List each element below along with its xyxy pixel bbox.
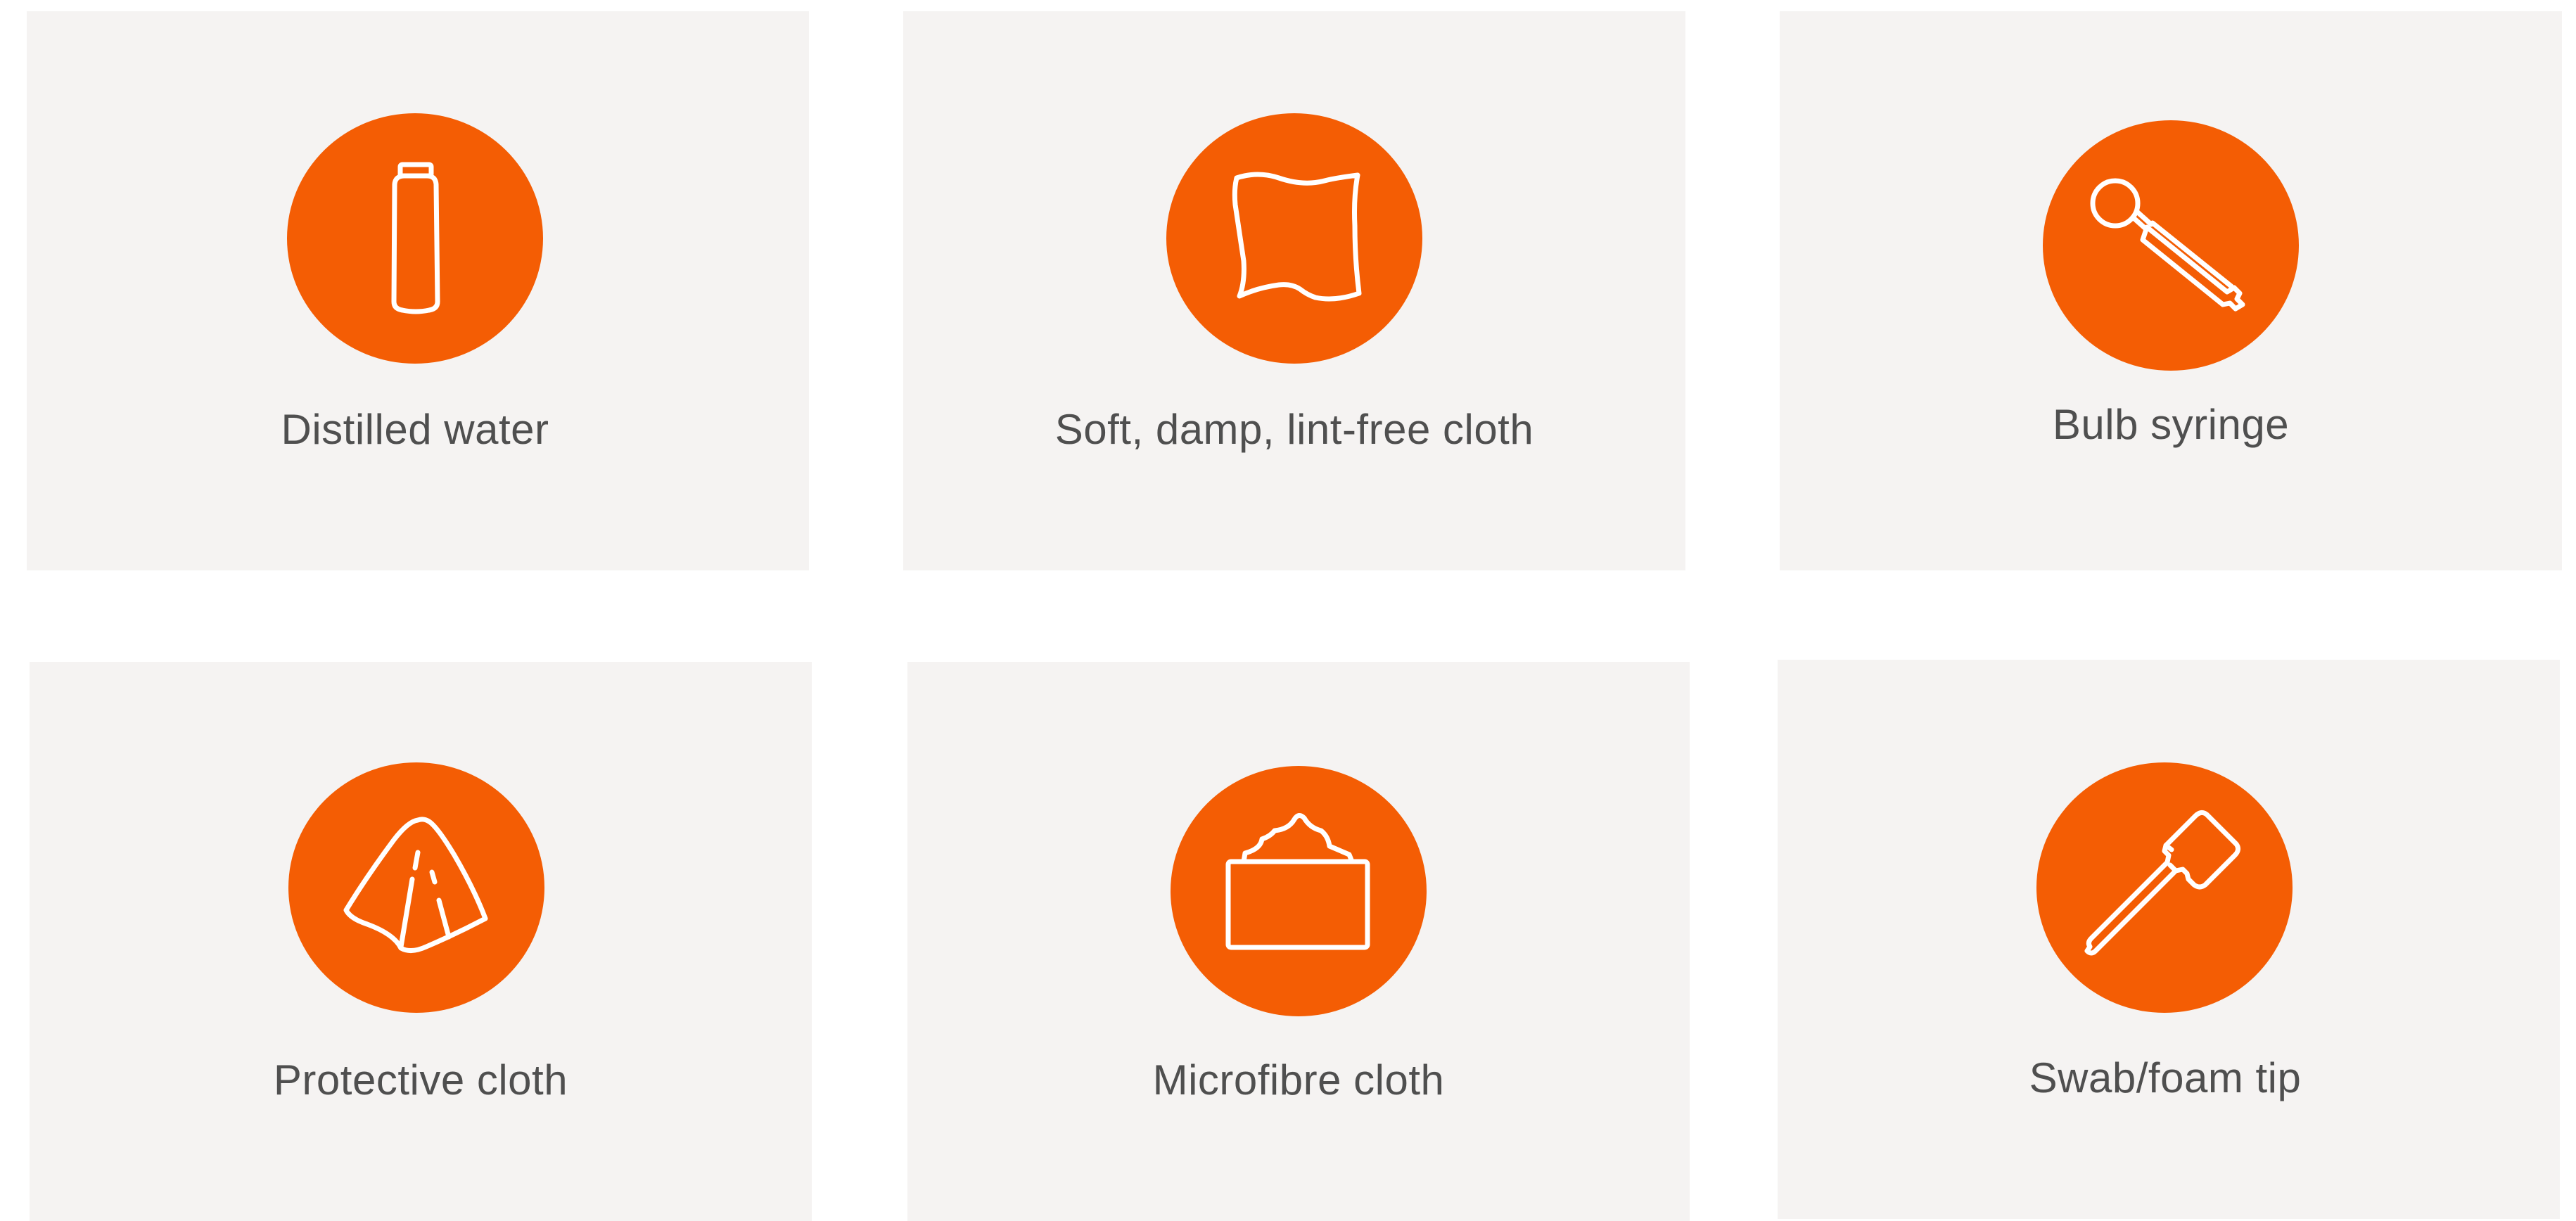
microfibre-cloth-box-icon — [1225, 813, 1370, 950]
supply-label: Protective cloth — [273, 1056, 568, 1104]
supply-card-protective-cloth: Protective cloth — [30, 662, 812, 1221]
icon-circle — [287, 113, 543, 364]
icon-circle — [1171, 766, 1427, 1016]
supply-label: Distilled water — [281, 406, 549, 453]
supply-card-microfibre-cloth: Microfibre cloth — [907, 662, 1690, 1221]
bottle-icon — [391, 162, 440, 314]
icon-circle — [2036, 762, 2293, 1013]
supply-label: Soft, damp, lint-free cloth — [1054, 406, 1534, 453]
supply-label: Swab/foam tip — [2029, 1054, 2302, 1101]
supply-card-lint-free-cloth: Soft, damp, lint-free cloth — [903, 11, 1685, 570]
protective-cloth-icon — [343, 817, 488, 953]
bulb-syringe-icon — [2090, 178, 2245, 312]
swab-icon — [2084, 810, 2241, 956]
supply-label: Bulb syringe — [2052, 401, 2290, 448]
supply-card-bulb-syringe: Bulb syringe — [1780, 11, 2562, 570]
supply-card-swab-foam-tip: Swab/foam tip — [1778, 660, 2560, 1219]
icon-circle — [1166, 113, 1422, 364]
icon-circle — [288, 762, 544, 1013]
supply-label: Microfibre cloth — [1152, 1056, 1445, 1104]
icon-circle — [2043, 120, 2299, 371]
supply-card-distilled-water: Distilled water — [27, 11, 809, 570]
cloth-icon — [1232, 172, 1362, 302]
